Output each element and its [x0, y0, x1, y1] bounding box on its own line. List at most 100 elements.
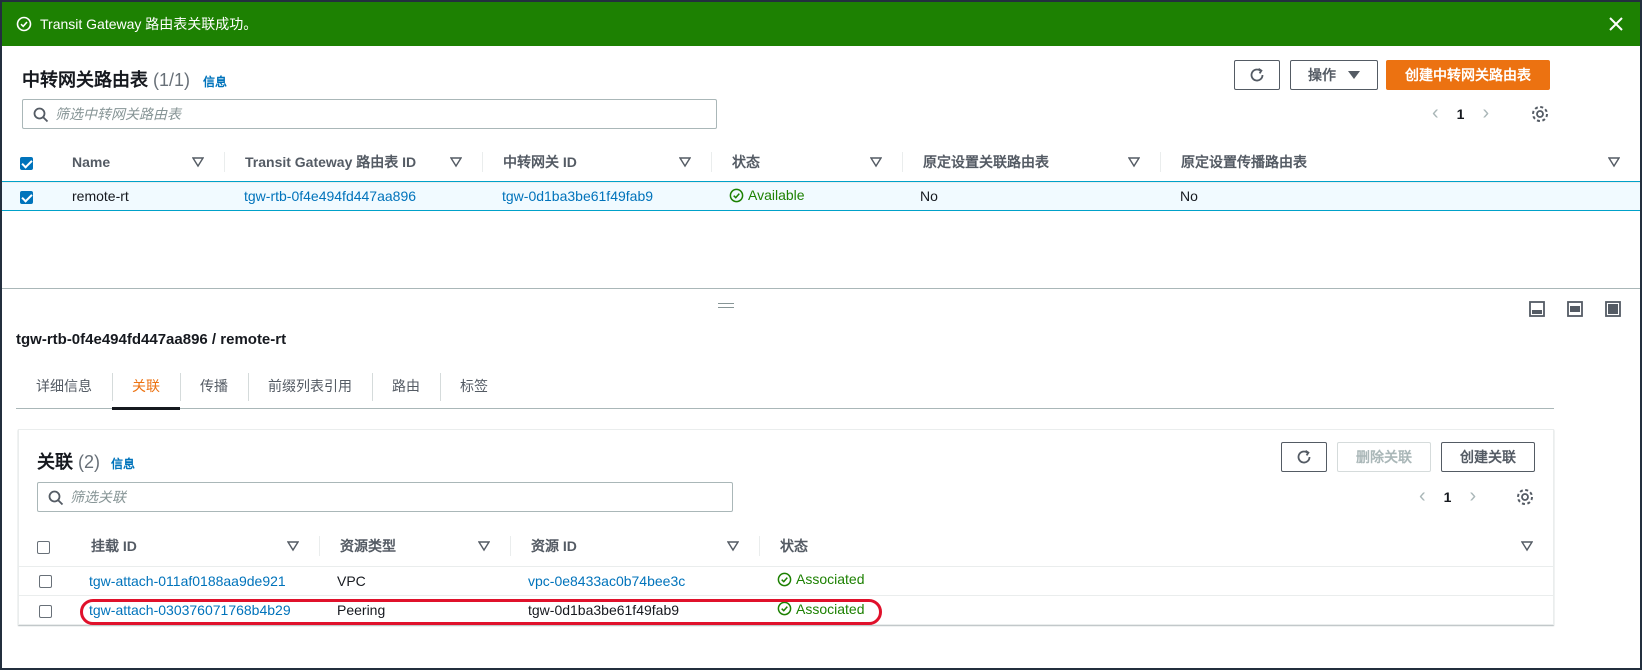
info-link[interactable]: 信息 [111, 457, 135, 471]
search-input[interactable] [70, 489, 732, 505]
cell-resource-id: tgw-0d1ba3be61f49fab9 [528, 601, 680, 618]
route-tables-count: (1/1) [153, 70, 191, 90]
panel-position-controls [1528, 300, 1622, 318]
panel-side-icon[interactable] [1566, 300, 1584, 318]
delete-association-button[interactable]: 删除关联 [1337, 442, 1431, 472]
caret-down-icon [1348, 71, 1360, 79]
sort-caret-icon [287, 541, 299, 552]
tab-propagations[interactable]: 传播 [180, 363, 248, 409]
row-checkbox[interactable] [39, 575, 52, 589]
col-label: 原定设置传播路由表 [1181, 153, 1307, 170]
row-select-cell [2, 182, 52, 210]
col-name[interactable]: Name [52, 142, 224, 182]
next-page-icon[interactable]: › [1469, 485, 1476, 508]
tgw-id-link[interactable]: tgw-0d1ba3be61f49fab9 [502, 188, 653, 204]
settings-gear-icon[interactable] [1515, 487, 1535, 507]
cell-default-assoc: No [920, 188, 938, 205]
page-title: 中转网关路由表 (1/1) 信息 [22, 66, 227, 92]
split-panel: tgw-rtb-0f4e494fd447aa896 / remote-rt 详细… [2, 288, 1640, 668]
association-search[interactable] [37, 482, 733, 512]
row-checkbox[interactable] [39, 604, 52, 618]
flash-message: Transit Gateway 路由表关联成功。 [40, 16, 258, 32]
sort-caret-icon [192, 157, 204, 168]
detail-tabs: 详细信息 关联 传播 前缀列表引用 路由 标签 [16, 363, 1554, 410]
col-default-assoc[interactable]: 原定设置关联路由表 [902, 142, 1160, 182]
associations-title: 关联 (2) 信息 [37, 448, 135, 474]
prev-page-icon[interactable]: ‹ [1432, 102, 1439, 125]
select-all-checkbox[interactable] [20, 156, 33, 170]
select-all-cell [19, 526, 71, 566]
table-row[interactable]: remote-rt tgw-rtb-0f4e494fd447aa896 tgw-… [2, 181, 1640, 211]
col-resource-type[interactable]: 资源类型 [319, 526, 510, 566]
attachment-id-link[interactable]: tgw-attach-030376071768b4b29 [89, 602, 291, 618]
route-tables-panel: 中转网关路由表 (1/1) 信息 操作 创建中转网关路由表 ‹ 1 › [2, 46, 1640, 302]
console-frame: Transit Gateway 路由表关联成功。 中转网关路由表 (1/1) 信… [0, 0, 1642, 670]
info-link[interactable]: 信息 [203, 75, 227, 89]
status-badge: Associated [777, 601, 864, 617]
refresh-icon [1297, 450, 1311, 464]
status-badge: Associated [777, 571, 864, 587]
route-tables-table: Name Transit Gateway 路由表 ID 中转网关 ID 状态 原… [2, 142, 1640, 211]
cell-name: remote-rt [72, 188, 129, 205]
attachment-id-link[interactable]: tgw-attach-011af0188aa9de921 [89, 573, 286, 589]
search-icon [33, 107, 49, 123]
panel-bottom-icon[interactable] [1528, 300, 1546, 318]
tab-prefix-list-references[interactable]: 前缀列表引用 [248, 363, 372, 409]
col-label: 资源类型 [340, 537, 396, 554]
prev-page-icon[interactable]: ‹ [1419, 485, 1426, 508]
sort-caret-icon [450, 157, 462, 168]
create-route-table-button[interactable]: 创建中转网关路由表 [1386, 60, 1550, 90]
success-flash: Transit Gateway 路由表关联成功。 [2, 2, 1640, 46]
col-status[interactable]: 状态 [711, 142, 902, 182]
route-table-search[interactable] [22, 99, 717, 129]
search-input[interactable] [55, 106, 716, 122]
col-attachment-id[interactable]: 挂载 ID [71, 526, 319, 566]
close-icon[interactable] [1606, 14, 1626, 34]
tab-tags[interactable]: 标签 [440, 363, 508, 409]
sort-caret-icon [1521, 541, 1533, 552]
col-label: Transit Gateway 路由表 ID [245, 153, 417, 170]
page-number[interactable]: 1 [1444, 489, 1452, 505]
status-ok-icon [777, 601, 792, 616]
col-rtb-id[interactable]: Transit Gateway 路由表 ID [224, 142, 482, 182]
col-label: 状态 [732, 153, 760, 170]
status-text: Available [748, 187, 805, 203]
select-all-checkbox[interactable] [37, 540, 50, 554]
tab-associations[interactable]: 关联 [112, 363, 180, 410]
col-state[interactable]: 状态 [759, 526, 1553, 566]
detail-title: tgw-rtb-0f4e494fd447aa896 / remote-rt [16, 331, 287, 348]
refresh-button[interactable] [1281, 442, 1327, 472]
tab-details[interactable]: 详细信息 [16, 363, 112, 409]
col-tgw-id[interactable]: 中转网关 ID [482, 142, 711, 182]
create-association-button[interactable]: 创建关联 [1441, 442, 1535, 472]
resize-handle[interactable] [718, 303, 734, 308]
col-label: 中转网关 ID [503, 153, 577, 170]
col-label: 资源 ID [531, 537, 577, 554]
col-default-prop[interactable]: 原定设置传播路由表 [1160, 142, 1640, 182]
col-resource-id[interactable]: 资源 ID [510, 526, 759, 566]
status-ok-icon [729, 188, 744, 202]
sort-caret-icon [478, 541, 490, 552]
actions-label: 操作 [1308, 67, 1336, 83]
settings-gear-icon[interactable] [1530, 104, 1550, 124]
associations-title-text: 关联 [37, 452, 73, 472]
refresh-button[interactable] [1234, 60, 1280, 90]
next-page-icon[interactable]: › [1482, 102, 1489, 125]
resource-id-link[interactable]: vpc-0e8433ac0b74bee3c [528, 573, 685, 589]
rtb-id-link[interactable]: tgw-rtb-0f4e494fd447aa896 [244, 188, 416, 204]
status-text: Associated [796, 571, 865, 588]
tab-routes[interactable]: 路由 [372, 363, 440, 409]
col-label: Name [72, 153, 111, 170]
col-label: 原定设置关联路由表 [923, 153, 1049, 170]
cell-resource-type: Peering [337, 601, 386, 618]
table-row[interactable]: tgw-attach-030376071768b4b29 Peering tgw… [19, 595, 1553, 624]
page-number[interactable]: 1 [1457, 106, 1465, 122]
status-ok-icon [777, 572, 792, 587]
cell-resource-type: VPC [337, 572, 366, 589]
col-label: 状态 [780, 537, 808, 554]
associations-card: 关联 (2) 信息 删除关联 创建关联 ‹ 1 › [18, 429, 1554, 625]
table-row[interactable]: tgw-attach-011af0188aa9de921 VPC vpc-0e8… [19, 566, 1553, 595]
actions-dropdown[interactable]: 操作 [1290, 60, 1378, 90]
row-checkbox[interactable] [20, 191, 33, 205]
panel-full-icon[interactable] [1604, 300, 1622, 318]
